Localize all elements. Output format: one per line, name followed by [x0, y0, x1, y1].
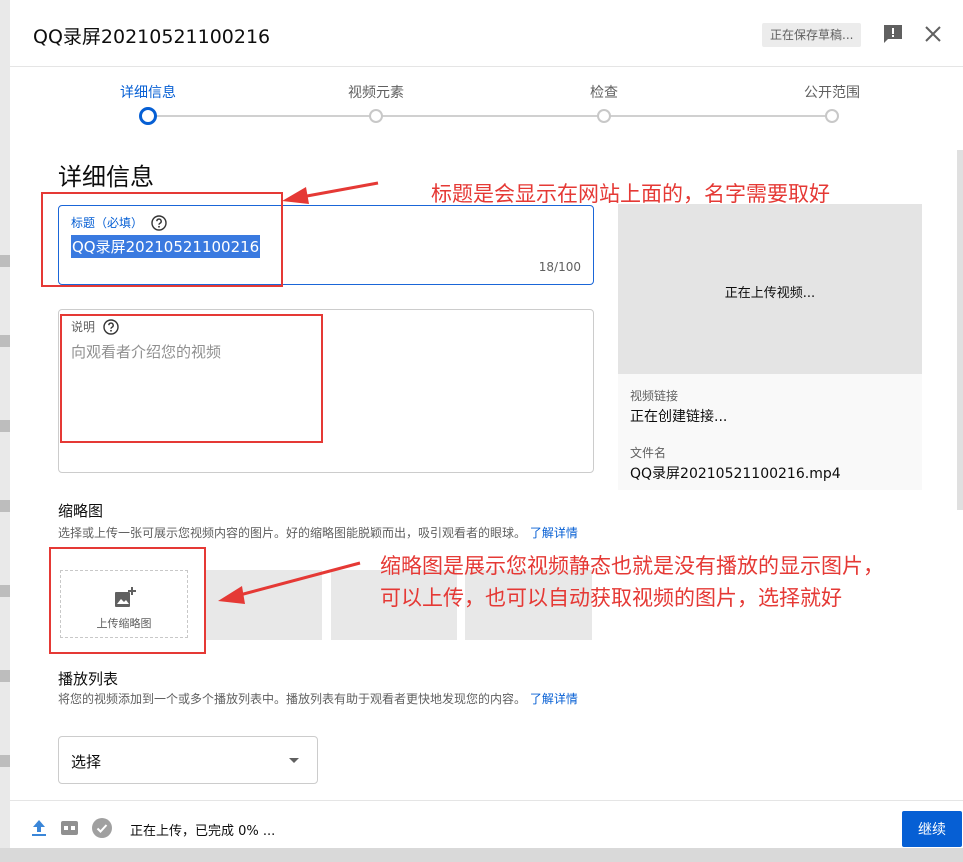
- step-checks[interactable]: 检查: [554, 82, 654, 102]
- feedback-icon[interactable]: [882, 24, 904, 44]
- dialog-header: QQ录屏20210521100216 正在保存草稿...: [10, 0, 963, 67]
- thumbnail-title: 缩略图: [58, 502, 104, 520]
- step-visibility-dot: [825, 109, 839, 123]
- video-preview-player: 正在上传视频...: [618, 204, 922, 374]
- video-link-value: 正在创建链接...: [630, 409, 728, 425]
- annotation-box-description: [60, 314, 323, 443]
- check-circle-icon: [92, 818, 112, 838]
- section-title: 详细信息: [58, 163, 154, 191]
- video-preview-panel: 正在上传视频... 视频链接 正在创建链接... 文件名 QQ录屏2021052…: [618, 204, 922, 490]
- close-icon[interactable]: [923, 24, 943, 44]
- video-link-label: 视频链接: [630, 389, 679, 403]
- playlist-select[interactable]: 选择: [58, 736, 318, 784]
- step-details[interactable]: 详细信息: [98, 82, 198, 102]
- step-checks-dot: [597, 109, 611, 123]
- stepper-track: [156, 115, 832, 117]
- auto-thumbnail-1[interactable]: [204, 570, 322, 640]
- annotation-thumbnail-note-line2: 可以上传，也可以自动获取视频的图片，选择就好: [380, 586, 842, 610]
- thumbnail-learn-more-link[interactable]: 了解详情: [530, 526, 578, 540]
- title-char-counter: 18/100: [538, 260, 581, 274]
- dialog-title: QQ录屏20210521100216: [33, 26, 271, 48]
- preview-uploading-text: 正在上传视频...: [724, 286, 816, 301]
- hd-icon: [61, 821, 78, 835]
- annotation-box-thumbnail: [49, 547, 206, 654]
- dropdown-caret-icon: [289, 758, 299, 763]
- background-page-strip: [0, 0, 10, 862]
- playlist-title: 播放列表: [58, 670, 119, 688]
- step-video-elements[interactable]: 视频元素: [326, 82, 426, 102]
- playlist-description: 将您的视频添加到一个或多个播放列表中。播放列表有助于观看者更快地发现您的内容。 …: [58, 688, 598, 710]
- thumbnail-description-text: 选择或上传一张可展示您视频内容的图片。好的缩略图能脱颖而出，吸引观看者的眼球。: [58, 526, 527, 540]
- step-details-dot: [139, 107, 157, 125]
- dialog-footer: 正在上传，已完成 0% ... 继续: [10, 800, 963, 848]
- upload-icon: [32, 820, 46, 836]
- saving-status-badge: 正在保存草稿...: [762, 23, 862, 47]
- filename-label: 文件名: [630, 446, 667, 460]
- annotation-thumbnail-note-line1: 缩略图是展示您视频静态也就是没有播放的显示图片，: [380, 554, 884, 578]
- annotation-box-title: [41, 192, 283, 287]
- scrollbar-thumb[interactable]: [957, 150, 963, 510]
- playlist-select-label: 选择: [71, 753, 102, 771]
- upload-progress-status: 正在上传，已完成 0% ...: [130, 824, 276, 839]
- step-video-elements-dot: [369, 109, 383, 123]
- thumbnail-description: 选择或上传一张可展示您视频内容的图片。好的缩略图能脱颖而出，吸引观看者的眼球。 …: [58, 522, 598, 544]
- background-page-bottom: [0, 848, 963, 862]
- step-visibility[interactable]: 公开范围: [782, 82, 882, 102]
- filename-value: QQ录屏20210521100216.mp4: [630, 466, 841, 482]
- playlist-learn-more-link[interactable]: 了解详情: [530, 692, 578, 706]
- annotation-title-note: 标题是会显示在网站上面的，名字需要取好: [431, 182, 830, 206]
- continue-button[interactable]: 继续: [902, 811, 962, 847]
- upload-dialog: QQ录屏20210521100216 正在保存草稿... 详细信息 视频元素 检…: [10, 0, 963, 848]
- stepper: 详细信息 视频元素 检查 公开范围: [10, 66, 963, 136]
- playlist-description-text: 将您的视频添加到一个或多个播放列表中。播放列表有助于观看者更快地发现您的内容。: [58, 692, 527, 706]
